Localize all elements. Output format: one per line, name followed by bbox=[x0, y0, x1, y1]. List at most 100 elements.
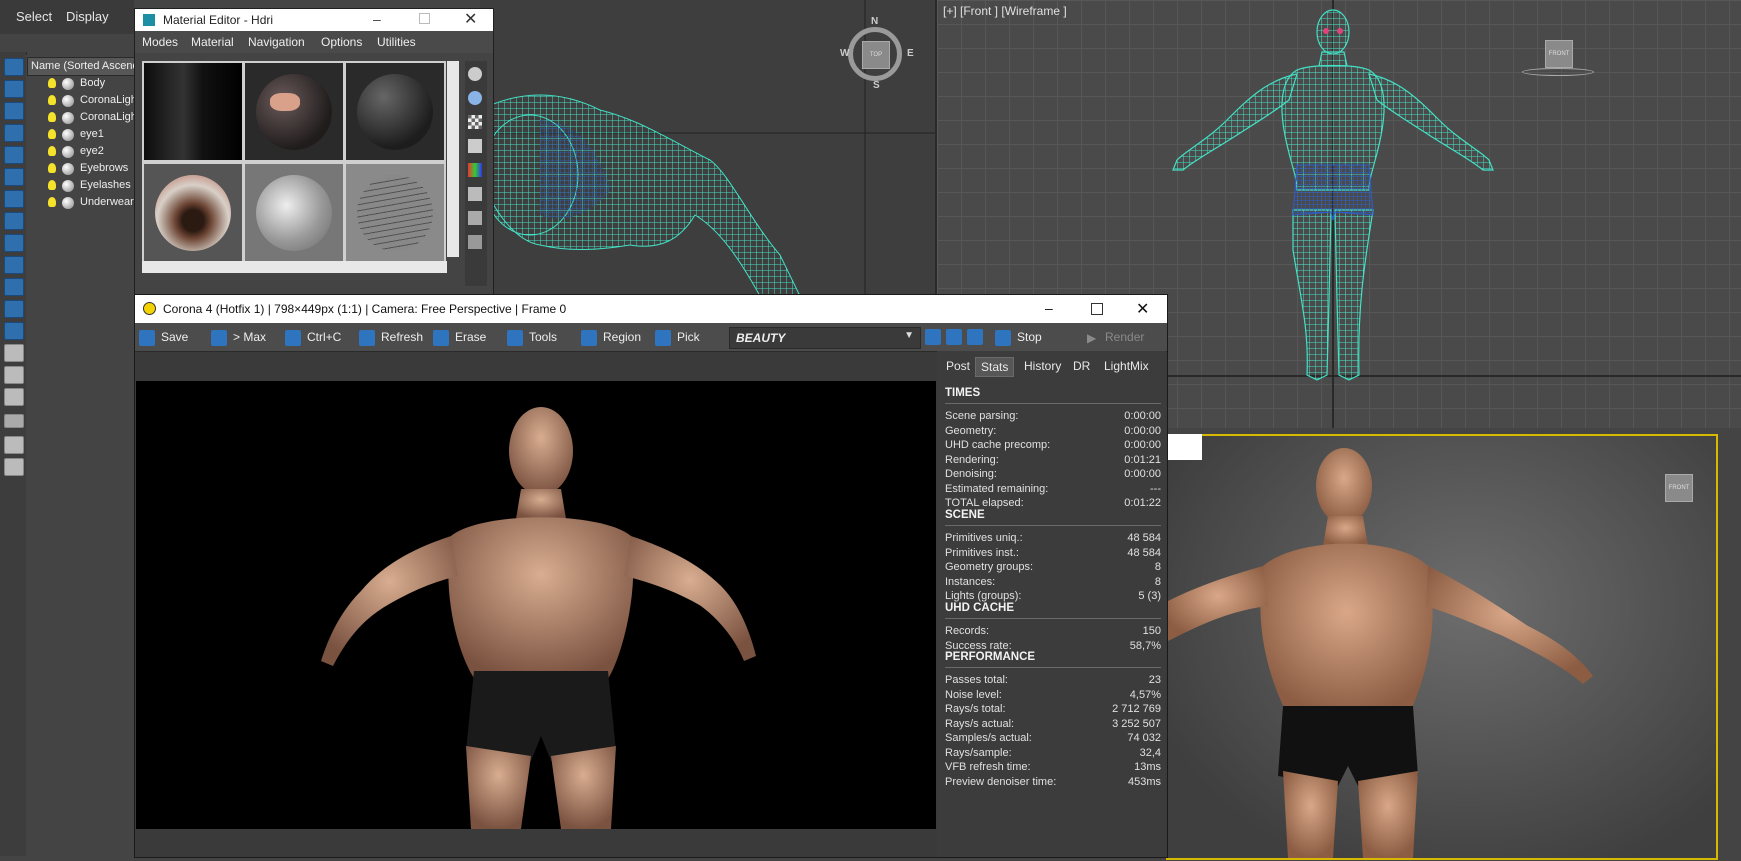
tab-stats[interactable]: Stats bbox=[975, 357, 1015, 377]
list-icon[interactable] bbox=[4, 388, 24, 406]
display-xrefs-icon[interactable] bbox=[4, 234, 24, 252]
material-slot-hdri[interactable] bbox=[142, 61, 244, 162]
select-by-material-icon[interactable] bbox=[468, 235, 482, 249]
viewcube-perspective[interactable]: FRONT bbox=[1665, 474, 1693, 502]
minimize-icon[interactable]: – bbox=[1045, 300, 1053, 316]
zoom-out-icon[interactable] bbox=[946, 329, 962, 345]
tab-dr[interactable]: DR bbox=[1068, 357, 1095, 375]
viewport-label-persp[interactable] bbox=[1166, 434, 1202, 460]
material-editor-titlebar[interactable]: Material Editor - Hdri – ✕ bbox=[135, 9, 493, 31]
explorer-column-header[interactable]: Name (Sorted Ascending) bbox=[27, 57, 135, 76]
to-max-button[interactable]: > Max bbox=[211, 327, 266, 347]
display-lights-icon[interactable] bbox=[4, 124, 24, 142]
sample-type-icon[interactable] bbox=[468, 67, 482, 81]
erase-button[interactable]: Erase bbox=[433, 327, 486, 347]
uv-tiling-icon[interactable] bbox=[468, 139, 482, 153]
lightbulb-icon[interactable] bbox=[48, 180, 56, 190]
options-icon[interactable] bbox=[468, 211, 482, 225]
maximize-icon[interactable] bbox=[1091, 303, 1103, 315]
stat-value: 8 bbox=[1154, 561, 1161, 573]
display-groups-icon[interactable] bbox=[4, 212, 24, 230]
display-geometry-icon[interactable] bbox=[4, 80, 24, 98]
zoom-in-icon[interactable] bbox=[925, 329, 941, 345]
select-objects-icon[interactable] bbox=[4, 58, 24, 76]
display-spacewarps-icon[interactable] bbox=[4, 190, 24, 208]
tab-post[interactable]: Post bbox=[941, 357, 975, 375]
lightbulb-icon[interactable] bbox=[48, 129, 56, 139]
document-icon[interactable] bbox=[4, 344, 24, 362]
display-shapes-icon[interactable] bbox=[4, 102, 24, 120]
menu-material[interactable]: Material bbox=[191, 35, 234, 49]
display-containers-icon[interactable] bbox=[4, 278, 24, 296]
render-button[interactable]: ▶ Render bbox=[1087, 327, 1144, 347]
menu-utilities[interactable]: Utilities bbox=[377, 35, 416, 49]
display-frozen-icon[interactable] bbox=[4, 300, 24, 318]
lightbulb-icon[interactable] bbox=[48, 78, 56, 88]
save-button[interactable]: Save bbox=[139, 327, 188, 347]
explorer-row[interactable]: Underwear bbox=[45, 195, 134, 212]
filter-settings-icon[interactable] bbox=[4, 436, 24, 454]
viewport-top[interactable]: TOP N S E W bbox=[479, 0, 937, 297]
channel-select[interactable]: BEAUTY ▼ bbox=[729, 327, 921, 349]
viewport-perspective[interactable] bbox=[1166, 434, 1718, 860]
material-side-toolbar bbox=[465, 61, 487, 286]
filter-icon[interactable] bbox=[4, 414, 24, 428]
region-button[interactable]: Region bbox=[581, 327, 641, 347]
menu-display[interactable]: Display bbox=[66, 9, 109, 24]
section-divider bbox=[945, 525, 1161, 526]
vfb-titlebar[interactable]: Corona 4 (Hotfix 1) | 798×449px (1:1) | … bbox=[135, 295, 1167, 323]
lightbulb-icon[interactable] bbox=[48, 112, 56, 122]
material-slot-dark[interactable] bbox=[344, 61, 446, 162]
explorer-row[interactable]: CoronaLight bbox=[45, 110, 135, 127]
material-slot-glass[interactable] bbox=[243, 162, 345, 263]
maximize-icon[interactable] bbox=[419, 13, 430, 24]
material-slot-wire[interactable] bbox=[344, 162, 446, 263]
refresh-button[interactable]: Refresh bbox=[359, 327, 423, 347]
minimize-icon[interactable]: – bbox=[373, 11, 381, 27]
explorer-row[interactable]: eye1 bbox=[45, 127, 130, 144]
tab-lightmix[interactable]: LightMix bbox=[1099, 357, 1154, 375]
close-icon[interactable]: ✕ bbox=[464, 9, 477, 29]
viewcube-top[interactable]: TOP bbox=[862, 41, 890, 69]
background-icon[interactable] bbox=[468, 115, 482, 129]
lightbulb-icon[interactable] bbox=[48, 146, 56, 156]
material-slot-skin[interactable] bbox=[243, 61, 345, 162]
explorer-row[interactable]: eye2 bbox=[45, 144, 130, 161]
copy-button[interactable]: Ctrl+C bbox=[285, 327, 341, 347]
video-color-icon[interactable] bbox=[468, 163, 482, 177]
page-icon[interactable] bbox=[4, 366, 24, 384]
explorer-row[interactable]: Body bbox=[45, 76, 130, 93]
render-image[interactable] bbox=[136, 381, 936, 829]
explorer-row[interactable]: Eyelashes bbox=[45, 178, 131, 195]
backlight-icon[interactable] bbox=[468, 91, 482, 105]
menu-modes[interactable]: Modes bbox=[142, 35, 178, 49]
zoom-fit-icon[interactable] bbox=[967, 329, 983, 345]
viewcube-front[interactable]: FRONT bbox=[1545, 40, 1573, 68]
menu-navigation[interactable]: Navigation bbox=[248, 35, 305, 49]
close-icon[interactable]: ✕ bbox=[1136, 299, 1149, 319]
display-cameras-icon[interactable] bbox=[4, 146, 24, 164]
make-preview-icon[interactable] bbox=[468, 187, 482, 201]
pick-button[interactable]: Pick bbox=[655, 327, 700, 347]
menu-select[interactable]: Select bbox=[16, 9, 52, 24]
stat-label: Scene parsing: bbox=[945, 410, 1019, 422]
display-hidden-icon[interactable] bbox=[4, 322, 24, 340]
menu-options[interactable]: Options bbox=[321, 35, 362, 49]
stop-button[interactable]: Stop bbox=[995, 327, 1042, 347]
explorer-row[interactable]: Eyebrows bbox=[45, 161, 130, 178]
viewport-label[interactable]: [+] [Front ] [Wireframe ] bbox=[943, 4, 1067, 18]
display-bones-icon[interactable] bbox=[4, 256, 24, 274]
slots-vertical-scrollbar[interactable] bbox=[447, 61, 459, 257]
object-icon bbox=[62, 163, 74, 175]
material-slot-eye[interactable] bbox=[142, 162, 244, 263]
stat-label: Primitives uniq.: bbox=[945, 532, 1023, 544]
columns-icon[interactable] bbox=[4, 458, 24, 476]
display-helpers-icon[interactable] bbox=[4, 168, 24, 186]
tab-history[interactable]: History bbox=[1019, 357, 1066, 375]
tools-button[interactable]: Tools bbox=[507, 327, 557, 347]
lightbulb-icon[interactable] bbox=[48, 197, 56, 207]
slots-horizontal-scrollbar[interactable] bbox=[142, 261, 447, 273]
lightbulb-icon[interactable] bbox=[48, 95, 56, 105]
explorer-row[interactable]: CoronaLight bbox=[45, 93, 135, 110]
lightbulb-icon[interactable] bbox=[48, 163, 56, 173]
